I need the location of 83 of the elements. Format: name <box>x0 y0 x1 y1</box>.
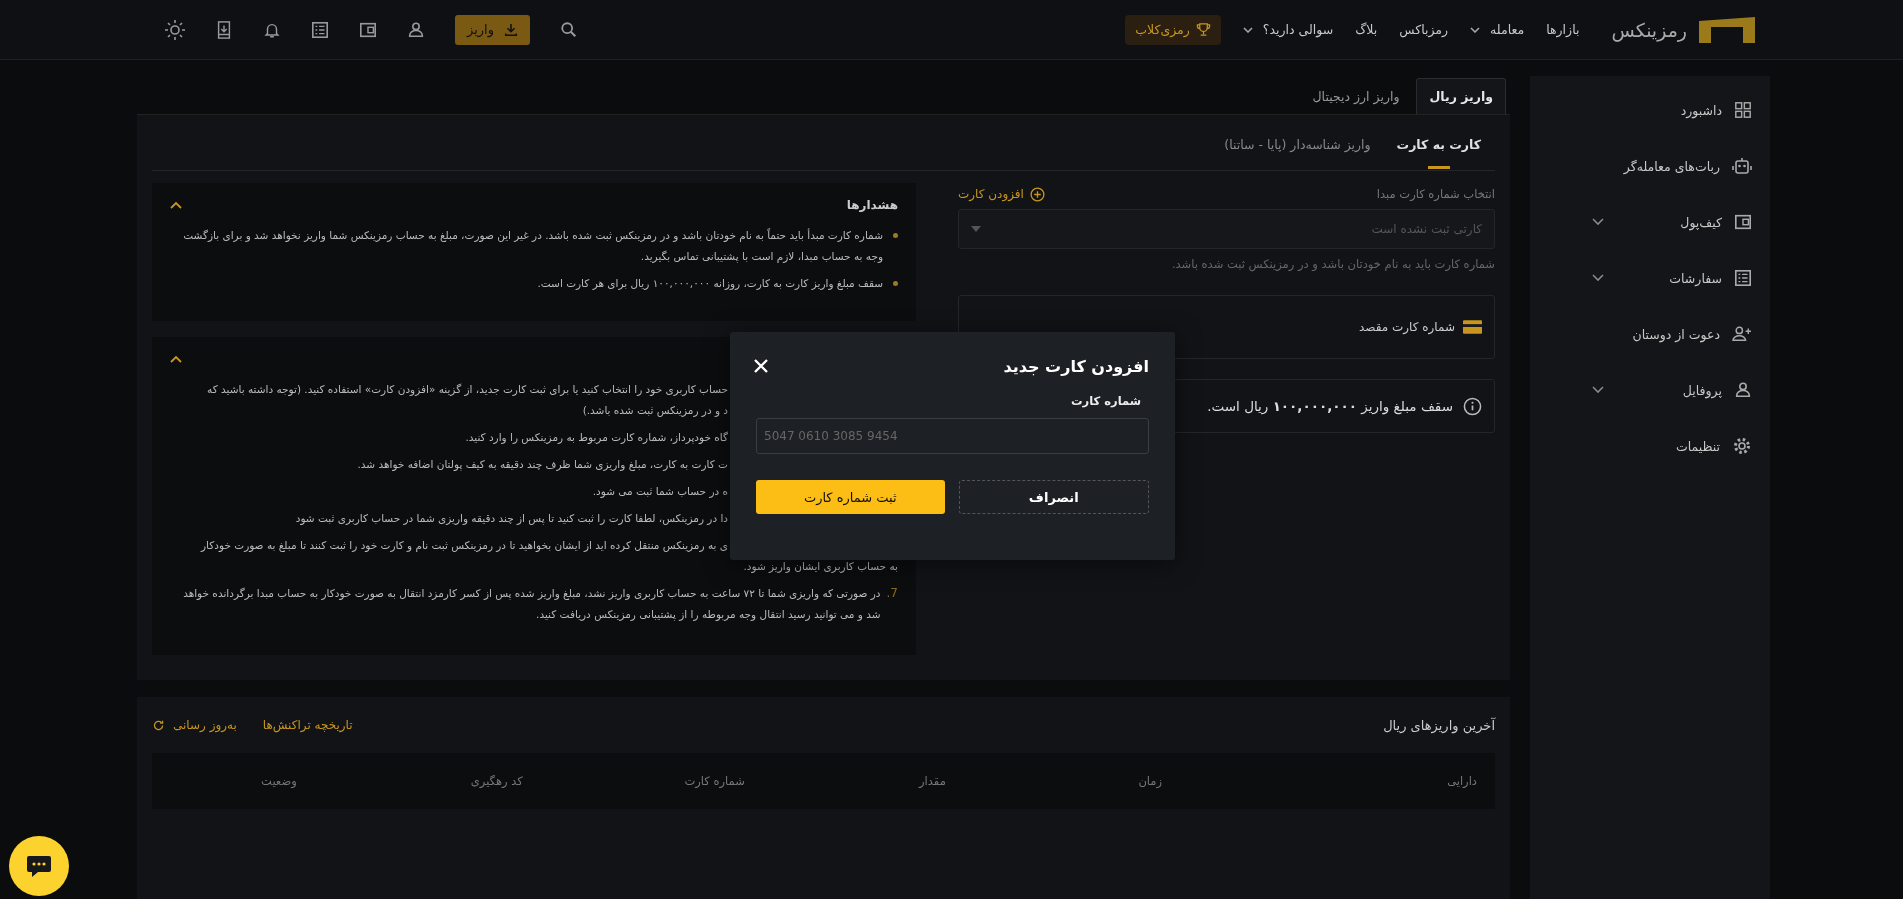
add-card-link[interactable]: افزودن کارت <box>958 186 1045 202</box>
field-label: شماره کارت <box>1071 394 1141 408</box>
user-icon <box>1734 381 1752 399</box>
nav-link[interactable]: معامله <box>1470 22 1525 37</box>
wallet-icon <box>1734 213 1752 231</box>
trophy-icon <box>1195 22 1211 37</box>
chat-button[interactable] <box>9 836 69 896</box>
chevron-icon[interactable] <box>170 355 182 363</box>
chevron-down-icon <box>1592 218 1604 226</box>
chevron-down-icon <box>1242 26 1253 33</box>
nav-link[interactable]: رمزباکس <box>1399 22 1449 37</box>
list-icon[interactable] <box>311 20 329 39</box>
refresh-link[interactable]: به‌روز رسانی <box>152 718 237 732</box>
sidebar-item[interactable]: سفارشات <box>1530 250 1770 306</box>
column-header: کد رهگیری <box>469 774 524 788</box>
instruction-text: ه در حساب شما ثبت می شود. <box>592 484 728 500</box>
instruction-text: گاه خودپرداز، شماره کارت مربوط به رمزینکس را وارد کنید. <box>465 430 728 446</box>
user-icon[interactable] <box>407 20 425 39</box>
tab[interactable]: واریز ارز دیجیتال <box>1299 78 1413 114</box>
warning-text: شماره کارت مبدأ باید حتماً به نام خودتان باشد و در رمزینکس ثبت شده باشد. در غیر این صورت، مبلغ به حساب رمزینکس شما واریز نخواهد شد و برای بازگشت وجه به حساب مبدا، لازم است با پشتیبانی تماس بگیرید. <box>182 227 883 265</box>
column-header: مقدار <box>917 774 947 788</box>
instruction-text: در صورتی که واریزی شما تا ۷۲ ساعت به حساب کاربری واریز نشد، مبلغ واریز شده پس از کسر کارمزد انتقال به صورت خودکار به حساب مبدا برگردانده خواهد شد و می توانید رسید انتقال وجه مربوطه را از پشتیبانی رمزینکس دریافت کنید. <box>182 586 881 623</box>
search-icon[interactable] <box>559 20 578 39</box>
plus-circle-icon <box>1029 186 1045 202</box>
column-header: شماره کارت <box>683 774 746 788</box>
settings-icon <box>1732 436 1752 456</box>
phone-download-icon[interactable] <box>215 20 233 39</box>
refresh-icon <box>152 718 165 732</box>
chevron-down-icon <box>1592 274 1604 282</box>
grid-icon <box>1734 101 1752 119</box>
hint-text: شماره کارت باید به نام خودتان باشد و در رمزینکس ثبت شده باشد. <box>1170 257 1495 271</box>
logo-icon[interactable] <box>1699 16 1755 43</box>
column-header: وضعیت <box>260 774 298 788</box>
caret-down-icon <box>971 226 981 232</box>
sidebar-item[interactable]: داشبورد <box>1530 82 1770 138</box>
download-icon <box>503 22 518 37</box>
sidebar-item[interactable]: تنظیمات <box>1530 418 1770 474</box>
info-icon <box>1463 396 1482 416</box>
instruction-text: به حساب کاربری ایشان واریز شود. <box>743 559 898 575</box>
bullet-icon <box>893 281 898 286</box>
warning-text: سقف مبلغ واریز کارت به کارت، روزانه ۱۰۰,۰۰۰,۰۰۰ ریال برای هر کارت است. <box>537 276 883 292</box>
field-label: انتخاب شماره کارت مبدا <box>1376 187 1495 201</box>
instruction-text: حساب کاربری خود را انتخاب کنید یا برای ثبت کارت جدید، از گزینه «افزودن کارت» استفاده کنید. (توجه داشته باشید که <box>207 382 728 398</box>
tab[interactable]: واریز ریال <box>1416 78 1506 114</box>
cancel-button[interactable]: انصراف <box>958 480 1149 514</box>
list-icon <box>1734 269 1752 287</box>
close-icon[interactable] <box>754 359 768 373</box>
column-header: دارایی <box>1446 774 1477 788</box>
robot-icon <box>1732 156 1752 176</box>
nav-link[interactable]: بازارها <box>1546 22 1580 37</box>
instruction-text: دا در رمزینکس، لطفا کارت را ثبت کنید تا پس از چند دقیقه واریزی شما در حساب کاربری ثبت شود <box>295 511 728 527</box>
sun-icon[interactable] <box>165 19 185 40</box>
section-title: آخرین واریزهای ریال <box>1383 717 1495 733</box>
sidebar-item[interactable]: دعوت از دوستان <box>1530 306 1770 362</box>
instruction-text: ی به رمزینکس منتقل کرده اید از ایشان بخواهید تا در رمزینکس ثبت نام و کارت خود را ثبت کنند تا مبلغ به صورت خودکار <box>201 538 728 554</box>
tab[interactable]: کارت به کارت <box>1396 115 1481 170</box>
step-number: 7. <box>886 585 898 602</box>
chevron-icon[interactable] <box>170 201 182 209</box>
bullet-icon <box>893 233 898 238</box>
destination-card-label: شماره کارت مقصد <box>1358 320 1455 334</box>
sidebar-item[interactable]: پروفایل <box>1530 362 1770 418</box>
card-number-input[interactable]: 5047 0610 3085 9454 <box>756 418 1149 454</box>
history-link[interactable]: تاریخچه تراکنش‌ها <box>262 718 353 732</box>
club-button[interactable]: رمزی‌کلاب <box>1125 14 1221 45</box>
notice-text: سقف مبلغ واریز ۱۰۰,۰۰۰,۰۰۰ ریال است. <box>1207 398 1453 414</box>
wallet-icon[interactable] <box>359 20 377 39</box>
dialog-title: افزودن کارت جدید <box>1003 356 1149 376</box>
chevron-down-icon <box>1470 26 1481 33</box>
submit-button[interactable]: ثبت شماره کارت <box>756 480 945 514</box>
sidebar-item[interactable]: ربات‌های معامله‌گر <box>1530 138 1770 194</box>
column-header: زمان <box>1137 774 1164 788</box>
add-user-icon <box>1732 325 1752 343</box>
nav-link[interactable]: بلاگ <box>1355 22 1378 37</box>
instruction-text: د و در رمزینکس ثبت شده باشد.) <box>582 403 728 419</box>
tab[interactable]: واریز شناسه‌دار (پایا - ساتنا) <box>1224 115 1371 170</box>
chat-icon <box>26 854 52 878</box>
card-title: هشدارها <box>846 198 898 212</box>
logo-text[interactable]: رمزینکس <box>1611 18 1687 41</box>
nav-link[interactable]: سوالی دارید؟ <box>1242 22 1334 37</box>
chevron-down-icon <box>1592 386 1604 394</box>
instruction-text: ت کارت به کارت، مبلغ واریزی شما ظرف چند دقیقه به کیف پولتان اضافه خواهد شد. <box>357 457 728 473</box>
card-icon <box>1463 320 1482 334</box>
sidebar-item[interactable]: کیف‌پول <box>1530 194 1770 250</box>
